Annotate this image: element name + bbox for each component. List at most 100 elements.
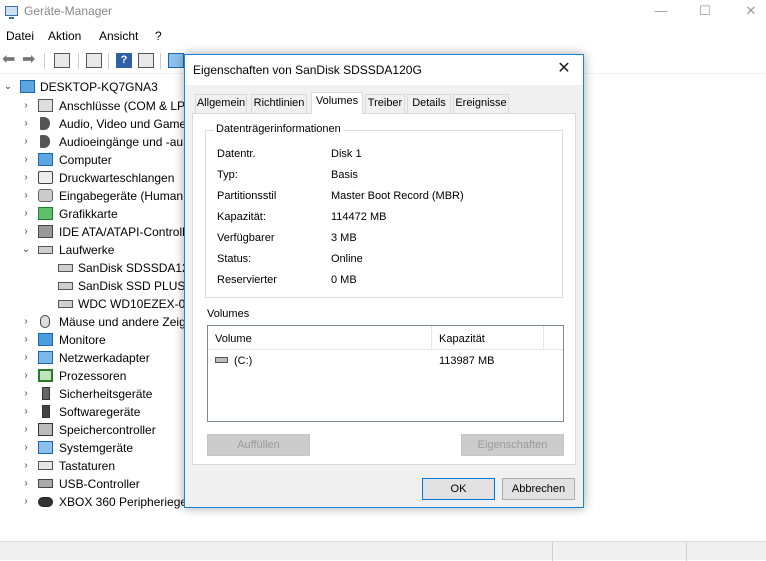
chevron-right-icon[interactable]: › [21, 457, 31, 475]
maximize-button[interactable]: ☐ [682, 0, 728, 24]
prop-value-type: Basis [331, 169, 358, 181]
chevron-right-icon[interactable]: › [21, 151, 31, 169]
group-title: Datenträgerinformationen [214, 123, 343, 135]
gpu-icon [38, 207, 53, 220]
chevron-down-icon[interactable]: ⌄ [21, 241, 31, 259]
chevron-right-icon[interactable]: › [21, 205, 31, 223]
tree-item-security[interactable]: › Sicherheitsgeräte [0, 385, 190, 403]
volume-properties-button[interactable]: Eigenschaften [461, 434, 564, 456]
scan-hardware-icon[interactable] [168, 53, 184, 68]
tree-item-label: Prozessoren [59, 369, 127, 383]
security-icon [42, 387, 50, 400]
properties-view-icon[interactable] [54, 53, 70, 68]
tree-item-label: Sicherheitsgeräte [59, 387, 153, 401]
chevron-right-icon[interactable]: › [21, 331, 31, 349]
tab-richtlinien[interactable]: Richtlinien [251, 94, 307, 113]
tree-item-audio-video[interactable]: › Audio, Video und Game [0, 115, 190, 133]
tree-item-software[interactable]: › Softwaregeräte [0, 403, 190, 421]
volume-row-name[interactable]: (C:) [234, 355, 252, 367]
chevron-right-icon[interactable]: › [21, 403, 31, 421]
chevron-down-icon[interactable]: ⌄ [3, 78, 13, 96]
disk-icon [58, 264, 73, 272]
volume-drive-icon [215, 357, 228, 363]
tree-item-audio-inputs[interactable]: › Audioeingänge und -au [0, 133, 190, 151]
device-manager-icon [5, 6, 18, 19]
view-icon[interactable] [138, 53, 154, 68]
chevron-right-icon[interactable]: › [21, 439, 31, 457]
tab-allgemein[interactable]: Allgemein [195, 94, 247, 113]
volumes-list[interactable]: Volume Kapazität (C:) 113987 MB [207, 325, 564, 422]
chevron-right-icon[interactable]: › [21, 187, 31, 205]
chevron-right-icon[interactable]: › [21, 97, 31, 115]
tab-volumes[interactable]: Volumes [311, 92, 363, 114]
tree-item-disk-sandisk-plus[interactable]: SanDisk SSD PLUS 12 [0, 277, 202, 295]
column-header-capacity[interactable]: Kapazität [432, 326, 544, 350]
toolbar-separator [160, 53, 161, 69]
tree-item-input-devices[interactable]: › Eingabegeräte (Human [0, 187, 190, 205]
tree-item-print-queues[interactable]: › Druckwarteschlangen [0, 169, 190, 187]
status-bar [0, 541, 766, 561]
menu-help[interactable]: ? [155, 29, 162, 43]
cancel-button[interactable]: Abbrechen [502, 478, 575, 500]
back-arrow-icon[interactable]: ⬅ [2, 52, 18, 68]
tree-item-label: Grafikkarte [59, 207, 118, 221]
chevron-right-icon[interactable]: › [21, 133, 31, 151]
chevron-right-icon[interactable]: › [21, 385, 31, 403]
tree-item-ports[interactable]: › Anschlüsse (COM & LPT) [0, 97, 196, 115]
chevron-right-icon[interactable]: › [21, 169, 31, 187]
chevron-right-icon[interactable]: › [21, 421, 31, 439]
prop-label-type: Typ: [217, 169, 238, 181]
chevron-right-icon[interactable]: › [21, 115, 31, 133]
chevron-right-icon[interactable]: › [21, 223, 31, 241]
status-divider [686, 542, 687, 561]
update-list-icon[interactable] [86, 53, 102, 68]
prop-label-reserved: Reservierter [217, 274, 277, 286]
fill-button[interactable]: Auffüllen [207, 434, 310, 456]
chevron-right-icon[interactable]: › [21, 493, 31, 511]
column-header-volume[interactable]: Volume [208, 326, 432, 350]
forward-arrow-icon[interactable]: ➡ [22, 52, 38, 68]
menu-aktion[interactable]: Aktion [48, 29, 81, 43]
disk-icon [58, 300, 73, 308]
tab-treiber[interactable]: Treiber [365, 94, 405, 113]
tree-item-usb[interactable]: › USB-Controller [0, 475, 190, 493]
ok-button[interactable]: OK [422, 478, 495, 500]
tree-item-processors[interactable]: › Prozessoren [0, 367, 190, 385]
dialog-close-button[interactable]: ✕ [549, 57, 579, 81]
chevron-right-icon[interactable]: › [21, 313, 31, 331]
hid-icon [38, 189, 53, 202]
tree-item-system[interactable]: › Systemgeräte [0, 439, 190, 457]
tab-details[interactable]: Details [407, 94, 451, 113]
tree-item-graphics[interactable]: › Grafikkarte [0, 205, 190, 223]
tree-item-keyboards[interactable]: › Tastaturen [0, 457, 190, 475]
chevron-right-icon[interactable]: › [21, 367, 31, 385]
chevron-right-icon[interactable]: › [21, 349, 31, 367]
disk-icon [38, 246, 53, 254]
menu-ansicht[interactable]: Ansicht [99, 29, 138, 43]
tree-item-xbox[interactable]: › XBOX 360 Peripherieger [0, 493, 192, 511]
tree-item-storage[interactable]: › Speichercontroller [0, 421, 190, 439]
help-icon[interactable]: ? [116, 53, 132, 68]
tree-item-computer[interactable]: › Computer [0, 151, 190, 169]
tree-item-monitors[interactable]: › Monitore [0, 331, 190, 349]
prop-value-reserved: 0 MB [331, 274, 357, 286]
tree-item-disk-wdc[interactable]: WDC WD10EZEX-08W [0, 295, 203, 313]
tree-item-label: USB-Controller [59, 477, 140, 491]
tree-item-label: Druckwarteschlangen [59, 171, 175, 185]
volume-row-capacity[interactable]: 113987 MB [439, 355, 494, 367]
tab-ereignisse[interactable]: Ereignisse [453, 94, 509, 113]
tree-item-disk-sandisk-sdssda[interactable]: SanDisk SDSSDA120 [0, 259, 195, 277]
close-button[interactable]: ✕ [728, 0, 766, 24]
minimize-button[interactable]: — [638, 0, 684, 24]
tree-item-label: Audioeingänge und -au [59, 135, 184, 149]
prop-label-disk: Datentr. [217, 148, 256, 160]
monitor-icon [38, 333, 53, 346]
tree-root[interactable]: ⌄ DESKTOP-KQ7GNA3 [0, 78, 190, 96]
tree-item-network[interactable]: › Netzwerkadapter [0, 349, 190, 367]
menu-datei[interactable]: Datei [6, 29, 34, 43]
tree-item-drives[interactable]: ⌄ Laufwerke [0, 241, 190, 259]
chevron-right-icon[interactable]: › [21, 475, 31, 493]
tree-item-ide[interactable]: › IDE ATA/ATAPI-Controll [0, 223, 190, 241]
tree-item-label: XBOX 360 Peripherieger [59, 495, 192, 509]
tree-item-mice[interactable]: › Mäuse und andere Zeig [0, 313, 190, 331]
